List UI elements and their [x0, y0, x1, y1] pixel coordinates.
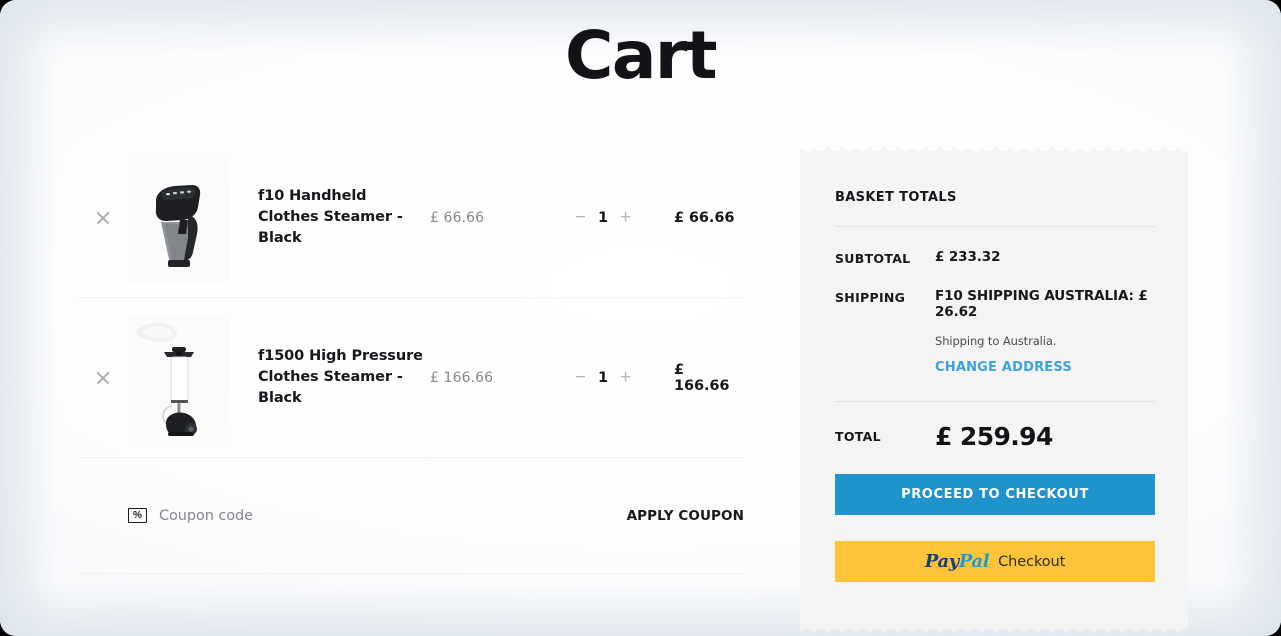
quantity-increase-button[interactable]: +: [620, 368, 631, 387]
cart-page: Cart f10 Handheld Clothes Steamer - Blac…: [0, 0, 1281, 636]
shipping-row: SHIPPING F10 SHIPPING AUSTRALIA: £ 26.62…: [835, 266, 1155, 375]
shipping-method-value: F10 SHIPPING AUSTRALIA: £ 26.62: [935, 288, 1148, 320]
product-thumbnail-cell[interactable]: [128, 313, 230, 442]
quantity-decrease-button[interactable]: −: [575, 208, 586, 227]
standing-steamer-image: [128, 313, 230, 442]
coupon-field[interactable]: %: [128, 507, 459, 524]
product-unit-price: £ 66.66: [430, 209, 485, 226]
total-row: TOTAL £ 259.94: [835, 402, 1155, 451]
shipping-method: F10 SHIPPING AUSTRALIA: £ 26.62 Shipping…: [935, 288, 1155, 375]
apply-coupon-button[interactable]: APPLY COUPON: [627, 508, 744, 524]
total-value: £ 259.94: [935, 422, 1053, 451]
quantity-increase-button[interactable]: +: [620, 208, 631, 227]
close-icon[interactable]: [95, 210, 111, 226]
coupon-row: % APPLY COUPON: [78, 458, 744, 574]
paypal-logo-pal: Pal: [958, 551, 990, 572]
product-line-total: £ 66.66: [674, 209, 735, 226]
table-row: f10 Handheld Clothes Steamer - Black £ 6…: [78, 138, 744, 298]
basket-totals-content: BASKET TOTALS SUBTOTAL £ 233.32 SHIPPING…: [835, 190, 1155, 582]
close-icon[interactable]: [95, 370, 111, 386]
subtotal-row: SUBTOTAL £ 233.32: [835, 227, 1155, 266]
quantity-stepper[interactable]: − 1 +: [548, 368, 658, 387]
quantity-value[interactable]: 1: [598, 210, 608, 226]
subtotal-label: SUBTOTAL: [835, 251, 911, 266]
remove-item-button[interactable]: [78, 370, 128, 386]
paypal-checkout-button[interactable]: PayPal Checkout: [835, 541, 1155, 582]
percent-box-icon: %: [128, 508, 147, 523]
shipping-label: SHIPPING: [835, 290, 906, 305]
product-name[interactable]: f1500 High Pressure Clothes Steamer - Bl…: [230, 346, 430, 409]
shipping-destination-note: Shipping to Australia.: [935, 334, 1057, 348]
remove-item-button[interactable]: [78, 210, 128, 226]
product-name[interactable]: f10 Handheld Clothes Steamer - Black: [230, 186, 430, 249]
paypal-logo-pay: Pay: [924, 551, 959, 572]
paypal-logo: PayPal: [924, 551, 990, 572]
quantity-decrease-button[interactable]: −: [575, 368, 586, 387]
quantity-value[interactable]: 1: [598, 370, 608, 386]
table-row: f1500 High Pressure Clothes Steamer - Bl…: [78, 298, 744, 458]
paypal-checkout-label: Checkout: [998, 553, 1066, 570]
product-unit-price: £ 166.66: [430, 369, 494, 386]
handheld-steamer-image: [128, 153, 230, 282]
proceed-to-checkout-button[interactable]: PROCEED TO CHECKOUT: [835, 474, 1155, 515]
change-address-link[interactable]: CHANGE ADDRESS: [935, 360, 1072, 375]
product-thumbnail-cell[interactable]: [128, 153, 230, 282]
product-line-total: £ 166.66: [674, 361, 730, 394]
quantity-stepper[interactable]: − 1 +: [548, 208, 658, 227]
cart-items-table: f10 Handheld Clothes Steamer - Black £ 6…: [78, 138, 744, 574]
basket-totals-panel: BASKET TOTALS SUBTOTAL £ 233.32 SHIPPING…: [800, 144, 1188, 636]
basket-totals-heading: BASKET TOTALS: [835, 190, 957, 205]
subtotal-value: £ 233.32: [935, 249, 1001, 265]
total-label: TOTAL: [835, 429, 881, 444]
coupon-code-input[interactable]: [159, 507, 459, 524]
page-title: Cart: [564, 17, 718, 94]
